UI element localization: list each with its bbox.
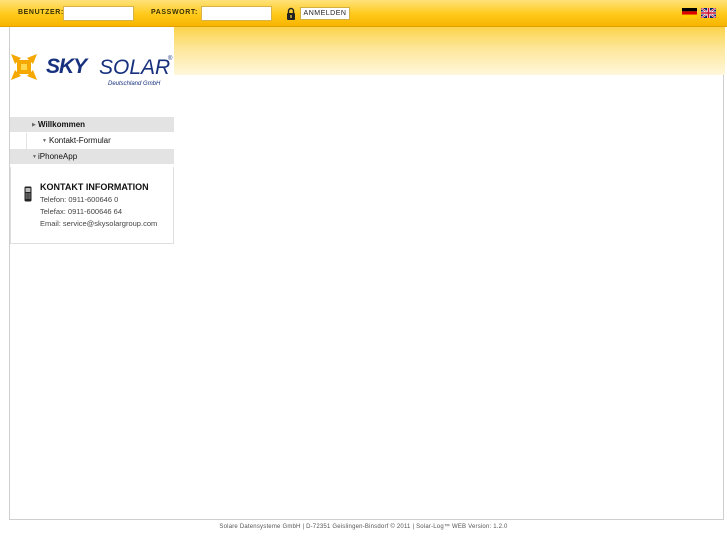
- password-input[interactable]: [201, 6, 272, 21]
- contact-title: KONTAKT INFORMATION: [40, 182, 149, 192]
- username-input[interactable]: [63, 6, 134, 21]
- header-banner: [174, 27, 725, 75]
- phone-icon: [24, 186, 32, 202]
- nav-item-willkommen[interactable]: ▶ Willkommen: [10, 117, 174, 133]
- logo-mark-icon: [11, 54, 37, 80]
- contact-email[interactable]: Email: service@skysolargroup.com: [40, 219, 157, 228]
- sidebar-nav: ▶ Willkommen ▼ Kontakt-Formular ▼ iPhone…: [10, 117, 174, 165]
- contact-phone: Telefon: 0911-600646 0: [40, 195, 119, 204]
- nav-item-kontakt-formular[interactable]: ▼ Kontakt-Formular: [26, 133, 174, 149]
- uk-flag-icon[interactable]: [701, 8, 716, 18]
- contact-info-box: KONTAKT INFORMATION Telefon: 0911-600646…: [10, 167, 174, 244]
- logo-solar-text: SOLAR: [99, 56, 171, 79]
- lock-icon: [287, 7, 295, 20]
- contact-fax: Telefax: 0911-600646 64: [40, 207, 123, 216]
- login-button[interactable]: ANMELDEN: [300, 7, 350, 20]
- logo: SKY SOLAR ® Deutschland GmbH: [10, 27, 174, 109]
- footer: Solare Datensysteme GmbH | D-72351 Geisl…: [219, 524, 508, 530]
- logo-registered-mark: ®: [168, 56, 173, 62]
- arrow-right-icon: ▶: [32, 122, 36, 128]
- nav-item-label: Kontakt-Formular: [49, 136, 111, 145]
- nav-item-label: Willkommen: [38, 120, 86, 129]
- login-bar: BENUTZER: PASSWORT: ANMELDEN: [0, 0, 727, 27]
- main-panel: SKY SOLAR ® Deutschland GmbH ▶ Willkomme…: [9, 27, 725, 520]
- nav-item-iphoneapp[interactable]: ▼ iPhoneApp: [10, 149, 174, 165]
- arrow-down-icon: ▼: [32, 154, 37, 160]
- username-label: BENUTZER:: [18, 9, 64, 16]
- logo-subtitle: Deutschland GmbH: [108, 81, 161, 87]
- nav-item-label: iPhoneApp: [38, 152, 78, 161]
- logo-sky-text: SKY: [46, 55, 87, 78]
- german-flag-icon[interactable]: [682, 8, 697, 18]
- password-label: PASSWORT:: [151, 9, 198, 16]
- arrow-down-icon: ▼: [42, 138, 47, 144]
